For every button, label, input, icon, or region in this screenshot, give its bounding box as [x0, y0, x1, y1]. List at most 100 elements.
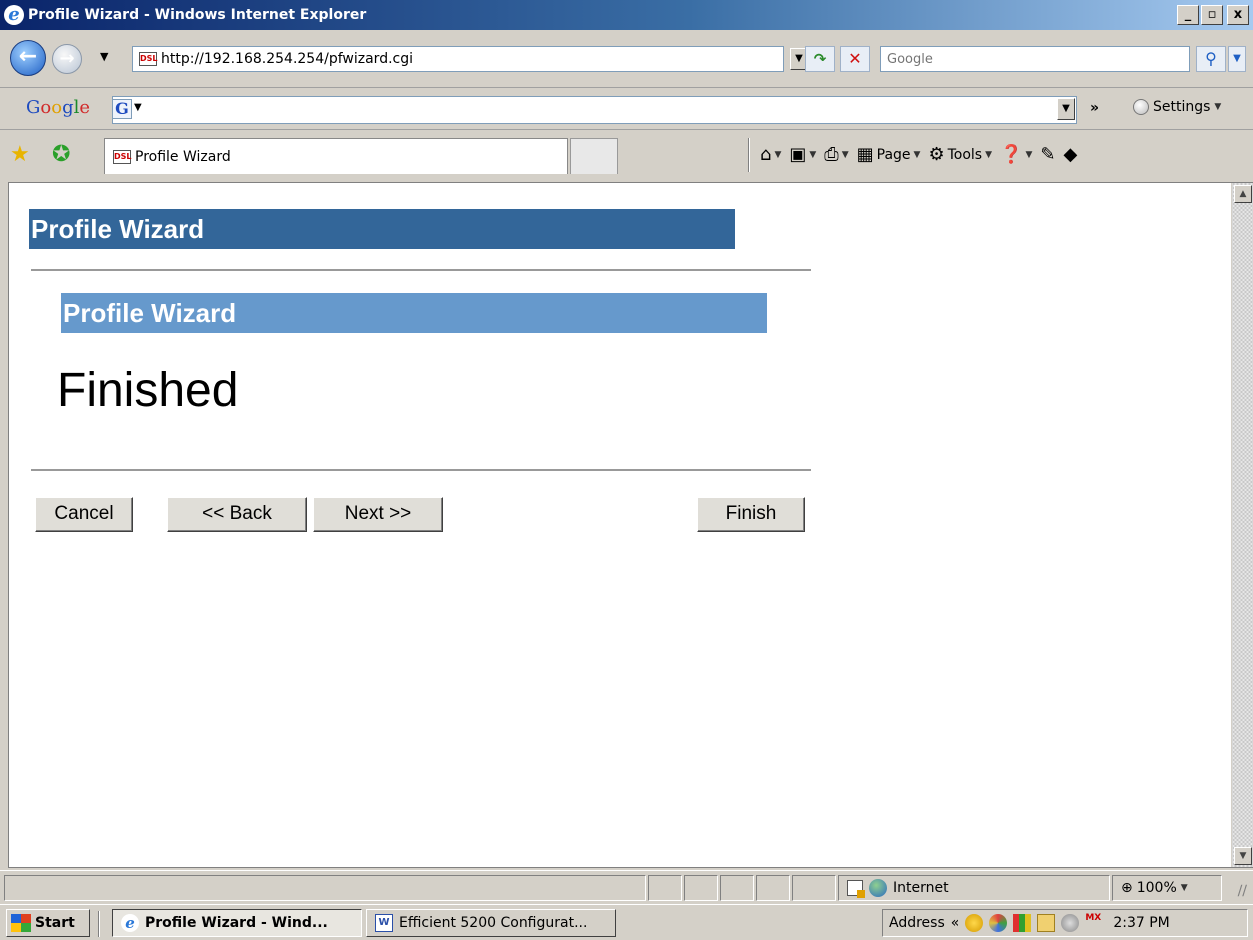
tab-label: Profile Wizard	[135, 148, 231, 165]
back-arrow-icon[interactable]: ←	[10, 40, 46, 76]
start-button[interactable]: Start	[6, 909, 90, 937]
divider-bottom	[31, 469, 811, 471]
tab-profile-wizard[interactable]: DSL Profile Wizard	[104, 138, 568, 174]
add-favorite-icon[interactable]: ✪	[52, 142, 70, 167]
word-document-icon: W	[375, 914, 393, 932]
sub-header: Profile Wizard	[61, 293, 767, 333]
security-zone[interactable]: Internet	[838, 875, 1110, 901]
google-logo: Google	[26, 97, 91, 118]
home-button[interactable]: ⌂ ▼	[760, 144, 781, 165]
address-url[interactable]: http://192.168.254.254/pfwizard.cgi	[161, 51, 413, 67]
tools-menu-label: Tools	[947, 146, 983, 163]
clock[interactable]: 2:37 PM	[1113, 915, 1169, 931]
new-tab-button[interactable]	[570, 138, 618, 174]
home-icon: ⌂	[760, 144, 772, 165]
vertical-scrollbar[interactable]: ▲ ▼	[1231, 183, 1253, 867]
tray-ring-icon[interactable]	[989, 914, 1008, 932]
title-bar[interactable]: e Profile Wizard - Windows Internet Expl…	[0, 0, 1253, 30]
status-cell	[756, 875, 790, 901]
taskbar-item-label: Efficient 5200 Configurat...	[399, 915, 588, 931]
tray-expand-icon[interactable]: «	[951, 915, 960, 931]
zone-label: Internet	[893, 880, 949, 896]
search-icon[interactable]: ⚲	[1196, 46, 1226, 72]
maximize-button[interactable]: ▫	[1201, 5, 1223, 25]
google-toolbar: Google G ▼ ▼ » Settings ▼	[0, 88, 1253, 130]
start-label: Start	[35, 915, 75, 931]
search-options-dropdown-icon[interactable]: ▼	[1228, 46, 1246, 72]
page-viewport: Profile Wizard Profile Wizard Finished C…	[8, 182, 1253, 868]
taskbar-divider	[98, 911, 100, 937]
page-menu-label: Page	[876, 146, 911, 163]
next-button[interactable]: Next >>	[313, 497, 443, 532]
zoom-level: 100%	[1136, 880, 1177, 896]
command-bar: ⌂ ▼ ▣ ▼ ⎙ ▼ ▦ Page ▼ ⚙ Tools ▼ ❓ ▼ ✎ ◆	[760, 144, 1077, 165]
forward-arrow-icon[interactable]: →	[52, 44, 82, 74]
page-icon: ▦	[856, 144, 874, 165]
settings-icon	[1133, 99, 1149, 115]
recent-pages-dropdown-icon[interactable]: ▼	[100, 50, 108, 63]
zoom-dropdown-icon: ▼	[1180, 883, 1188, 893]
zoom-control[interactable]: ⊕ 100% ▼	[1112, 875, 1222, 901]
stop-icon[interactable]: ✕	[840, 46, 870, 72]
settings-button[interactable]: Settings ▼	[1133, 99, 1221, 115]
translate-icon[interactable]: ◆	[1063, 144, 1077, 165]
toolbar-more-chevron[interactable]: »	[1090, 100, 1099, 116]
system-tray: Address « MX 2:37 PM	[882, 909, 1248, 937]
taskbar: Start e Profile Wizard - Wind... W Effic…	[0, 904, 1253, 940]
status-heading: Finished	[57, 364, 239, 417]
tray-bars-icon[interactable]	[1013, 914, 1032, 932]
command-bar-divider	[748, 138, 750, 172]
address-row: ← → ▼ DSL http://192.168.254.254/pfwizar…	[0, 30, 1253, 88]
favorites-star-icon[interactable]: ★	[10, 142, 30, 167]
security-shield-icon[interactable]	[965, 914, 984, 932]
disk-icon[interactable]	[1061, 914, 1080, 932]
zoom-icon: ⊕	[1121, 880, 1133, 896]
ie-icon: e	[4, 5, 24, 25]
tab-favicon-icon: DSL	[113, 149, 132, 164]
settings-label: Settings	[1153, 99, 1211, 115]
rss-feed-icon: ▣	[789, 144, 807, 165]
cancel-button[interactable]: Cancel	[35, 497, 133, 532]
main-header: Profile Wizard	[29, 209, 735, 249]
site-favicon-icon: DSL	[139, 52, 158, 66]
close-button[interactable]: x	[1227, 5, 1249, 25]
gear-icon: ⚙	[928, 144, 945, 165]
status-cell	[720, 875, 754, 901]
taskbar-item-word[interactable]: W Efficient 5200 Configurat...	[366, 909, 616, 937]
status-text	[4, 875, 646, 901]
scroll-up-icon[interactable]: ▲	[1234, 185, 1252, 203]
divider-top	[31, 269, 811, 271]
google-g-button[interactable]: G	[112, 99, 132, 119]
google-search-dropdown-icon[interactable]: ▼	[1057, 98, 1075, 120]
print-button[interactable]: ⎙ ▼	[824, 144, 848, 165]
status-cell	[684, 875, 718, 901]
settings-dropdown-icon: ▼	[1214, 102, 1222, 112]
search-box[interactable]	[880, 46, 1190, 72]
windows-logo-icon	[11, 914, 31, 932]
status-cell	[648, 875, 682, 901]
tools-menu[interactable]: ⚙ Tools ▼	[928, 144, 992, 165]
ie-icon: e	[121, 914, 139, 932]
taskbar-item-ie[interactable]: e Profile Wizard - Wind...	[112, 909, 362, 937]
finish-button[interactable]: Finish	[697, 497, 805, 532]
folder-icon[interactable]	[1037, 914, 1056, 932]
resize-grip-icon[interactable]: ∕∕	[1238, 883, 1247, 899]
minimize-button[interactable]: _	[1177, 5, 1199, 25]
favorites-bar: ★ ✪ DSL Profile Wizard ⌂ ▼ ▣ ▼ ⎙ ▼ ▦ Page ▼ ⚙…	[0, 130, 1253, 182]
back-button[interactable]: << Back	[167, 497, 307, 532]
scroll-down-icon[interactable]: ▼	[1234, 847, 1252, 865]
search-input[interactable]	[881, 47, 1189, 71]
feeds-button[interactable]: ▣ ▼	[789, 144, 816, 165]
mx-status-icon[interactable]: MX	[1085, 914, 1103, 932]
address-label[interactable]: Address	[889, 915, 945, 931]
page-menu[interactable]: ▦ Page ▼	[857, 144, 921, 165]
refresh-icon[interactable]: ↷	[805, 46, 835, 72]
google-g-dropdown-icon[interactable]: ▼	[134, 102, 142, 113]
window-title: Profile Wizard - Windows Internet Explor…	[28, 7, 367, 23]
research-icon[interactable]: ✎	[1040, 144, 1055, 165]
status-cell	[792, 875, 836, 901]
help-button[interactable]: ❓ ▼	[1000, 144, 1032, 165]
address-input[interactable]: DSL http://192.168.254.254/pfwizard.cgi	[132, 46, 784, 72]
google-search-input[interactable]	[112, 96, 1077, 124]
help-icon: ❓	[1000, 144, 1023, 165]
